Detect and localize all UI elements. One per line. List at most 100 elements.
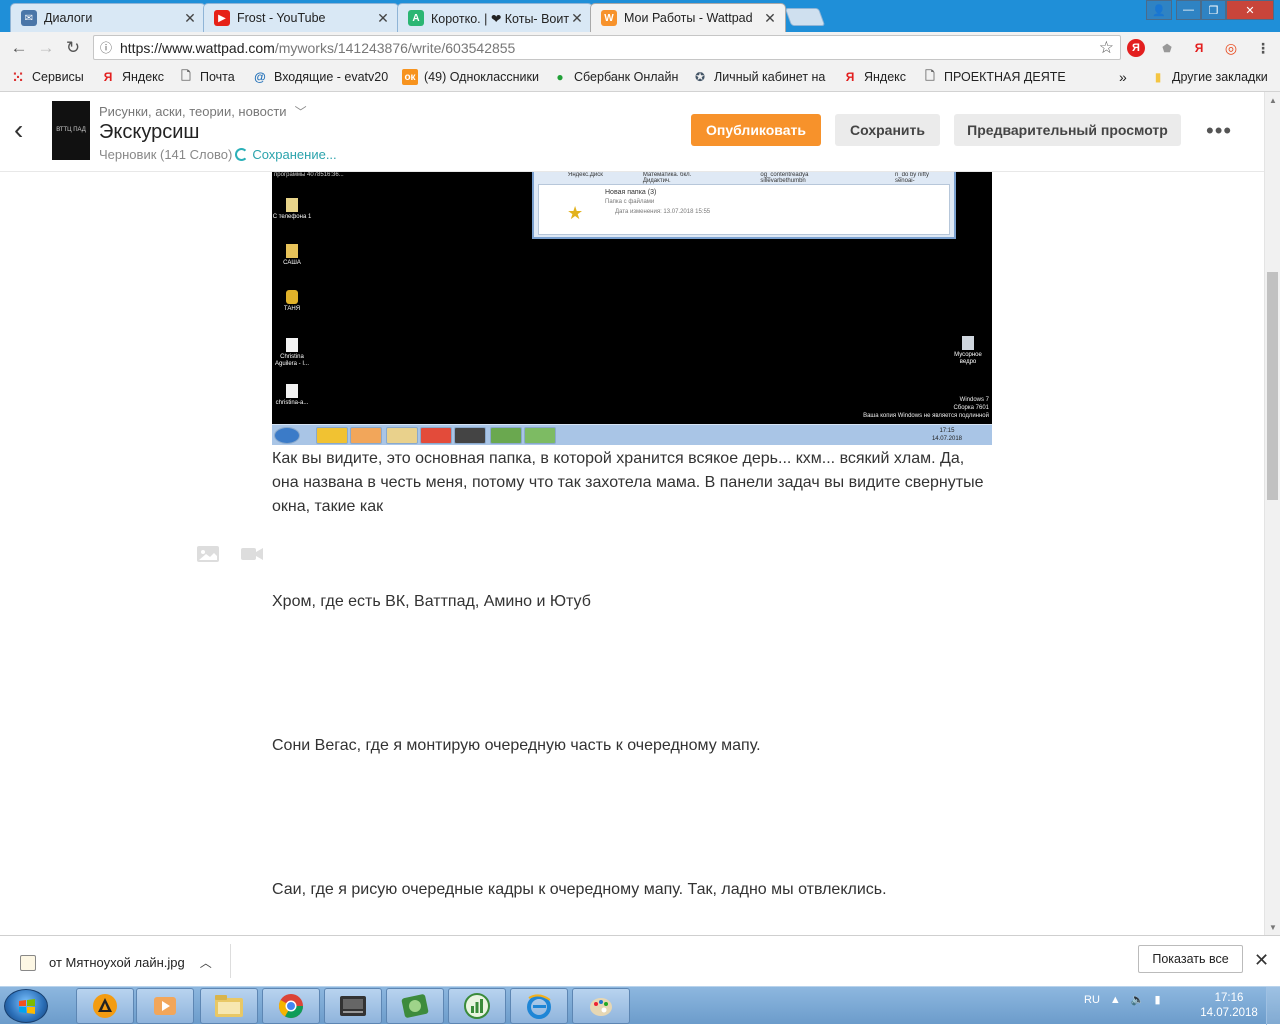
story-paragraph[interactable]: Сони Вегас, где я монтирую очередную час… [272, 734, 992, 758]
bookmark-apps[interactable]: ⁙ Сервисы [10, 69, 84, 85]
bookmark-ok[interactable]: ок (49) Одноклассники [402, 69, 539, 85]
ok-icon: ок [402, 69, 418, 85]
bookmarks-overflow[interactable]: » [1119, 69, 1127, 85]
show-desktop-button[interactable] [1266, 987, 1280, 1025]
taskbar-amino[interactable] [386, 988, 444, 1024]
download-item[interactable]: от Мятноухой лайн.jpg ︿ [20, 954, 212, 971]
internet-explorer-icon [527, 994, 551, 1019]
page-icon: 🗋 [925, 68, 935, 83]
taskbar-chrome[interactable] [262, 988, 320, 1024]
menu-icon[interactable]: ⋮ [1254, 39, 1272, 57]
yandex-ext-icon[interactable]: Я [1127, 39, 1145, 57]
other-bookmarks[interactable]: ▮ Другие закладки [1150, 69, 1268, 85]
bookmark-inbox[interactable]: @ Входящие - evatv20 [252, 69, 388, 85]
insert-video-icon[interactable] [240, 544, 264, 564]
scroll-up-icon[interactable]: ▲ [1265, 92, 1280, 108]
scroll-thumb[interactable] [1267, 272, 1278, 500]
taskbar-paint[interactable] [572, 988, 630, 1024]
bookmark-label: Яндекс [864, 70, 907, 84]
minimize-button[interactable]: — [1176, 0, 1201, 20]
yandex-icon[interactable]: Я [1190, 39, 1208, 57]
close-icon[interactable]: ✕ [763, 10, 777, 27]
close-icon[interactable]: ✕ [1254, 950, 1269, 971]
draft-status: Черновик (141 Слово) Сохранение... [99, 147, 337, 162]
close-icon[interactable]: ✕ [183, 10, 197, 27]
story-paragraph[interactable]: Саи, где я рисую очередные кадры к очере… [272, 878, 992, 902]
taskbar-avast[interactable] [76, 988, 134, 1024]
target-icon[interactable]: ◎ [1222, 39, 1240, 57]
apps-icon: ⁙ [12, 68, 24, 85]
part-title[interactable]: Экскурсиш [99, 121, 199, 144]
more-options-icon[interactable]: ••• [1206, 118, 1232, 144]
taskbar-explorer[interactable] [200, 988, 258, 1024]
taskbar-ie[interactable] [510, 988, 568, 1024]
show-all-button[interactable]: Показать все [1138, 945, 1243, 973]
taskbar-media[interactable] [136, 988, 194, 1024]
user-icon[interactable]: 👤 [1146, 0, 1172, 20]
language-indicator[interactable]: RU [1084, 994, 1100, 1006]
info-icon[interactable]: ⓘ [100, 39, 120, 56]
stats-icon [464, 993, 490, 1019]
tab-vk[interactable]: ✉ Диалоги ✕ [10, 3, 206, 32]
yandex-icon: Я [103, 70, 113, 84]
bookmark-gov[interactable]: ✪ Личный кабинет на [692, 69, 825, 85]
insert-image-icon[interactable] [196, 544, 220, 564]
tab-title: Мои Работы - Wattpad [624, 11, 753, 25]
sber-icon: ● [556, 70, 564, 84]
draft-word-count: Черновик (141 Слово) [99, 147, 233, 162]
publish-button[interactable]: Опубликовать [691, 114, 821, 146]
folder-icon [215, 995, 243, 1017]
recycle-bin-icon [962, 336, 974, 350]
tab-amino[interactable]: A Коротко. | ❤ Коты- Воит ✕ [397, 3, 593, 32]
shot-header-item: og_contentreadya sillevarbethumbn [760, 172, 809, 184]
ext-icon[interactable]: ⬟ [1158, 39, 1176, 57]
palette-icon [590, 998, 612, 1016]
tray-expand-icon[interactable]: ▲ [1110, 994, 1121, 1006]
scroll-down-icon[interactable]: ▼ [1265, 919, 1280, 935]
story-paragraph[interactable]: Как вы видите, это основная папка, в кот… [272, 447, 992, 519]
file-icon [286, 338, 298, 352]
embedded-screenshot[interactable]: программы 4078516:36... Яндекс.Диск Мате… [272, 172, 992, 445]
restore-button[interactable]: ❐ [1201, 0, 1226, 20]
shot-desktop-icon: Christina Aguilera - I... [272, 338, 314, 368]
volume-icon[interactable]: 🔈 [1131, 993, 1145, 1006]
close-window-button[interactable]: ✕ [1226, 0, 1274, 20]
shot-folder-date: Дата изменения: 13.07.2018 15:55 [615, 209, 711, 215]
bookmark-sber[interactable]: ● Сбербанк Онлайн [552, 69, 678, 85]
story-name-dropdown[interactable]: Рисунки, аски, теории, новости ﹀ [99, 103, 307, 120]
taskbar-stats[interactable] [448, 988, 506, 1024]
close-icon[interactable]: ✕ [570, 10, 584, 27]
chevron-down-icon: ﹀ [294, 105, 307, 119]
shot-folder-name: Новая папка (3) [605, 189, 657, 196]
page-scrollbar[interactable]: ▲ ▼ [1264, 92, 1280, 935]
back-icon[interactable]: ← [8, 37, 30, 59]
preview-button[interactable]: Предварительный просмотр [954, 114, 1181, 146]
start-button[interactable] [4, 989, 48, 1023]
bookmark-label: Яндекс [122, 70, 165, 84]
tab-title: Диалоги [44, 11, 93, 25]
system-clock[interactable]: 17:16 14.07.2018 [1198, 991, 1260, 1021]
address-bar[interactable]: ⓘ https://www.wattpad.com/myworks/141243… [93, 35, 1121, 60]
bookmark-star-icon[interactable]: ☆ [1099, 38, 1114, 58]
reload-icon[interactable]: ↻ [62, 37, 84, 59]
story-cover[interactable]: ВТТЦ ПАД [52, 101, 90, 160]
new-tab-button[interactable] [784, 8, 826, 26]
close-icon[interactable]: ✕ [376, 10, 390, 27]
shot-desktop-icon: С телефона 1 [272, 198, 314, 221]
bookmark-mail[interactable]: 🗋 Почта [178, 69, 235, 85]
taskbar-vegas[interactable] [324, 988, 382, 1024]
back-chevron-icon[interactable]: ‹ [14, 114, 23, 146]
tab-youtube[interactable]: ▶ Frost - YouTube ✕ [203, 3, 399, 32]
tab-wattpad[interactable]: W Мои Работы - Wattpad ✕ [590, 3, 786, 32]
network-icon[interactable]: ▮ [1154, 993, 1160, 1006]
chevron-up-icon[interactable]: ︿ [200, 954, 212, 971]
save-button[interactable]: Сохранить [835, 114, 940, 146]
bookmark-label: Другие закладки [1172, 70, 1268, 84]
story-paragraph[interactable]: Хром, где есть ВК, Ваттпад, Амино и Ютуб [272, 590, 992, 614]
amino-icon [401, 994, 429, 1018]
bookmark-yandex[interactable]: Я Яндекс [100, 69, 164, 85]
forward-icon[interactable]: → [35, 37, 57, 59]
bookmark-project[interactable]: 🗋 ПРОЕКТНАЯ ДЕЯТЕ [922, 69, 1066, 85]
shot-folder-meta: Папка с файлами [605, 199, 655, 205]
bookmark-yandex-2[interactable]: Я Яндекс [842, 69, 906, 85]
